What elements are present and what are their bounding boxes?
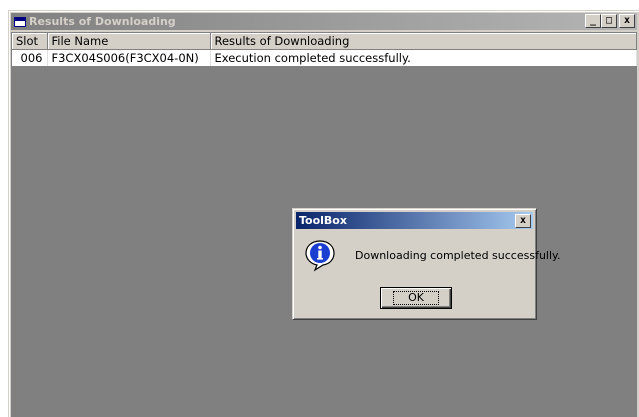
column-header-slot[interactable]: Slot bbox=[12, 33, 48, 50]
window-controls: _ □ x bbox=[585, 14, 635, 28]
dialog-close-button[interactable]: x bbox=[515, 214, 531, 228]
results-table: Slot File Name Results of Downloading 00… bbox=[12, 33, 637, 66]
table-header-row: Slot File Name Results of Downloading bbox=[12, 33, 637, 50]
close-button[interactable]: x bbox=[619, 14, 635, 28]
window-app-icon bbox=[14, 16, 26, 27]
column-header-file-name[interactable]: File Name bbox=[47, 33, 211, 50]
dialog-titlebar[interactable]: ToolBox x bbox=[296, 212, 533, 229]
minimize-button[interactable]: _ bbox=[585, 14, 601, 28]
column-header-results[interactable]: Results of Downloading bbox=[210, 33, 637, 50]
window-title: Results of Downloading bbox=[29, 15, 176, 28]
maximize-button[interactable]: □ bbox=[601, 14, 617, 28]
ok-button-label: OK bbox=[393, 291, 439, 305]
cell-result: Execution completed successfully. bbox=[210, 49, 637, 66]
cell-slot: 006 bbox=[12, 49, 48, 66]
table-row[interactable]: 006 F3CX04S006(F3CX04-0N) Execution comp… bbox=[12, 49, 637, 66]
dialog-title: ToolBox bbox=[299, 214, 347, 227]
dialog-message: Downloading completed successfully. bbox=[355, 249, 561, 262]
cell-file-name: F3CX04S006(F3CX04-0N) bbox=[47, 49, 211, 66]
information-icon bbox=[305, 240, 335, 272]
ok-button[interactable]: OK bbox=[380, 287, 452, 309]
window-titlebar[interactable]: Results of Downloading _ □ x bbox=[11, 13, 637, 30]
toolbox-dialog: ToolBox x Downloading completed successf… bbox=[292, 208, 560, 320]
